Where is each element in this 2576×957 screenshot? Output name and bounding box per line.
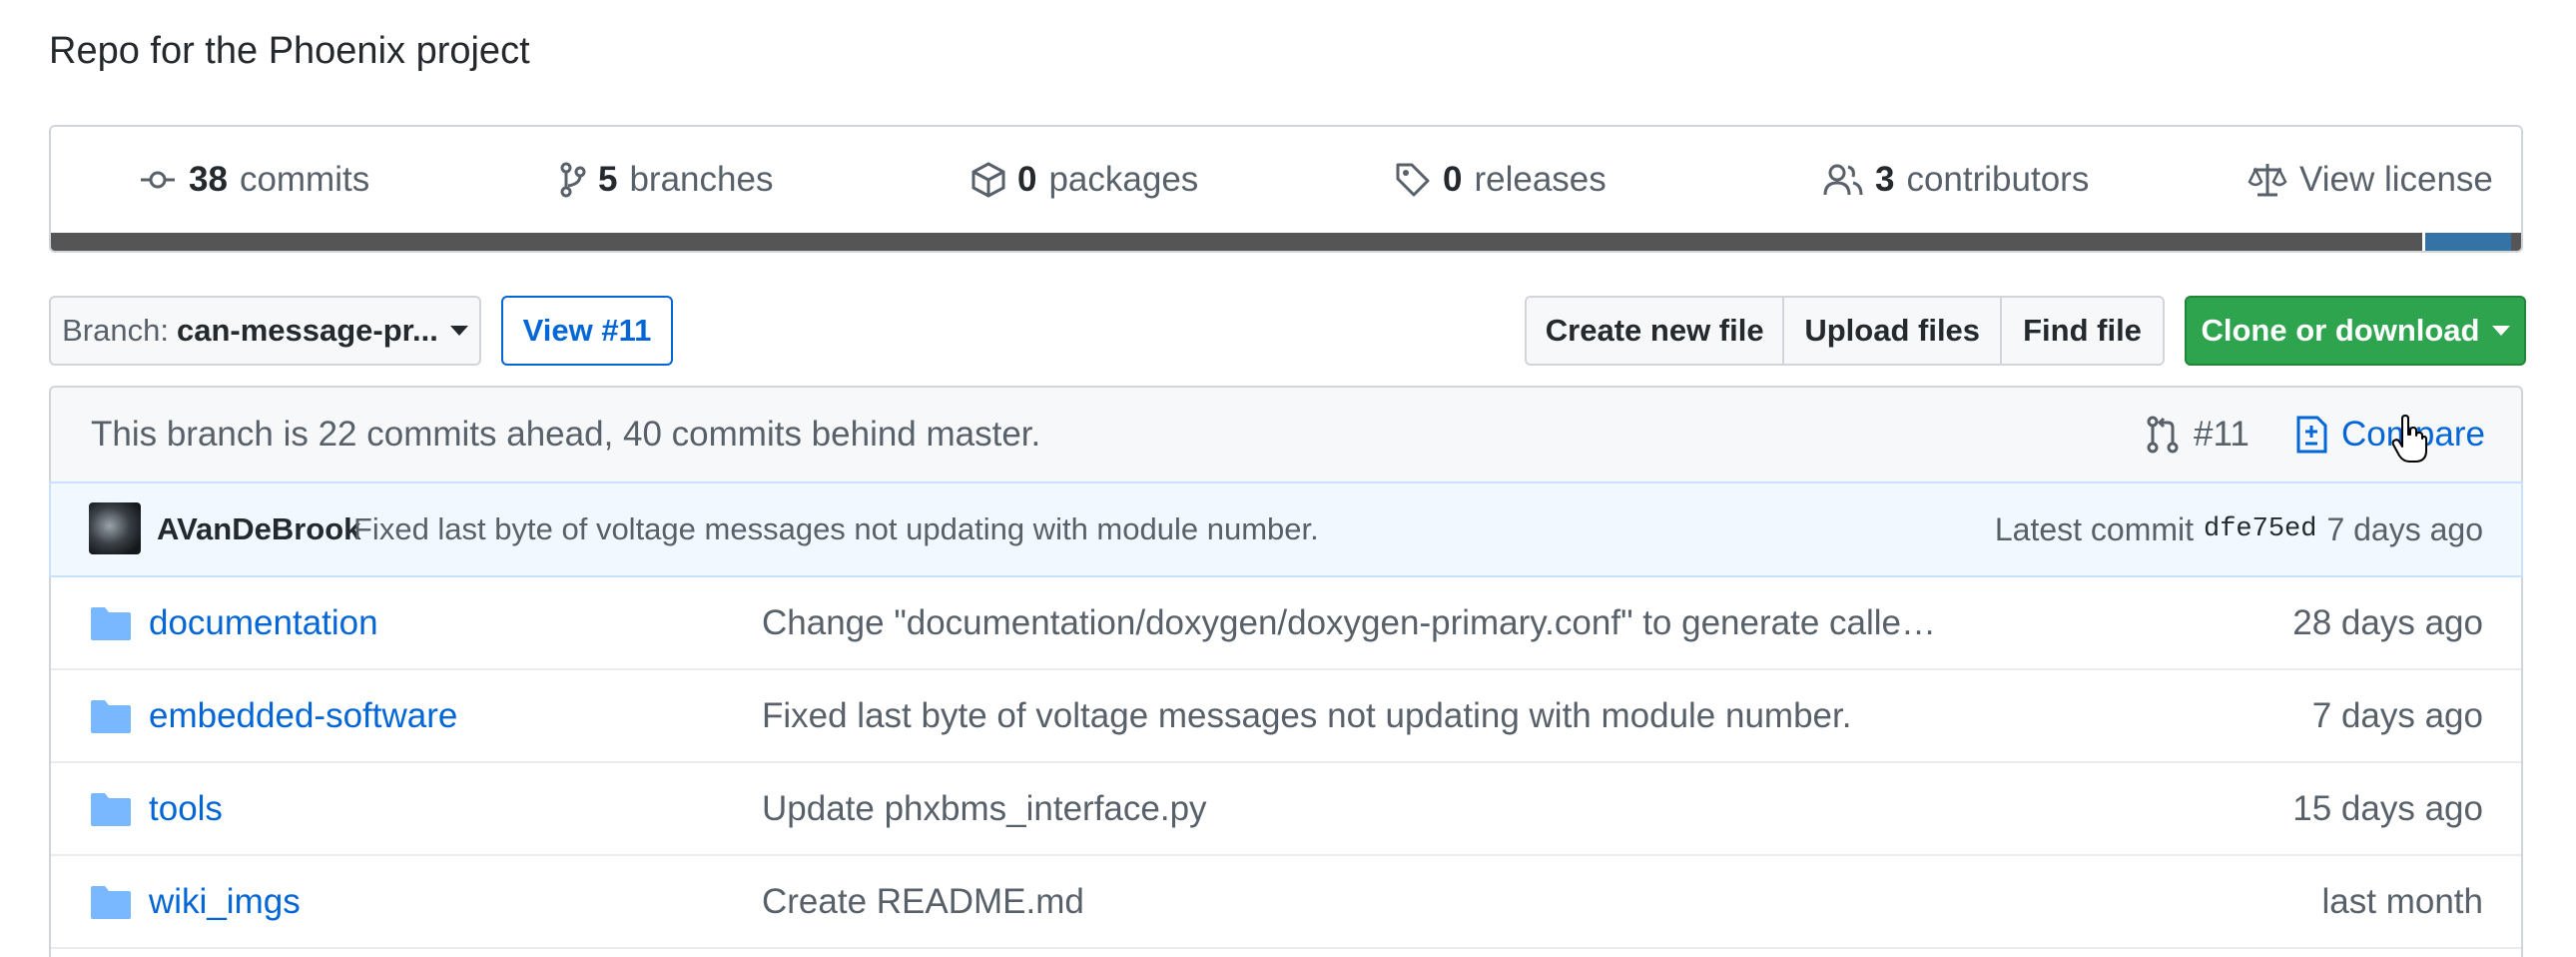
releases-label: releases bbox=[1474, 159, 1607, 199]
file-age: last month bbox=[2321, 881, 2483, 921]
clone-label: Clone or download bbox=[2201, 313, 2480, 348]
commit-icon bbox=[141, 171, 175, 188]
file-name[interactable]: wiki_imgs bbox=[149, 856, 301, 947]
latest-commit-bar: AVanDeBrook Fixed last byte of voltage m… bbox=[49, 481, 2523, 577]
file-list: documentation Change "documentation/doxy… bbox=[49, 577, 2523, 957]
find-file-button[interactable]: Find file bbox=[2000, 298, 2163, 364]
packages-label: packages bbox=[1048, 159, 1199, 199]
clone-or-download-button[interactable]: Clone or download bbox=[2185, 296, 2526, 366]
file-commit-message[interactable]: Change "documentation/doxygen/doxygen-pr… bbox=[762, 577, 1936, 668]
compare-link[interactable]: Compare bbox=[2295, 388, 2485, 481]
branches-link[interactable]: 5 branches bbox=[560, 127, 773, 232]
license-link[interactable]: View license bbox=[2248, 127, 2493, 232]
file-commit-message[interactable]: Create README.md bbox=[762, 856, 1084, 947]
packages-link[interactable]: 0 packages bbox=[971, 127, 1198, 232]
file-row: wiki_imgs Create README.md last month bbox=[51, 856, 2521, 949]
branches-count: 5 bbox=[598, 159, 618, 199]
file-row: tools Update phxbms_interface.py 15 days… bbox=[51, 763, 2521, 856]
branch-prefix: Branch: bbox=[62, 313, 169, 348]
folder-icon bbox=[91, 607, 131, 640]
pull-request-icon bbox=[2147, 416, 2179, 454]
hand-cursor-icon bbox=[2391, 415, 2427, 463]
file-name[interactable]: tools bbox=[149, 763, 223, 854]
language-segment[interactable] bbox=[2422, 233, 2511, 251]
tag-icon bbox=[1396, 163, 1430, 196]
license-label: View license bbox=[2299, 159, 2493, 199]
caret-down-icon bbox=[449, 326, 468, 336]
caret-down-icon bbox=[2491, 326, 2510, 336]
folder-icon bbox=[91, 700, 131, 733]
file-name[interactable]: embedded-software bbox=[149, 670, 457, 761]
people-icon bbox=[1823, 164, 1863, 195]
law-icon bbox=[2248, 163, 2287, 196]
releases-link[interactable]: 0 releases bbox=[1395, 127, 1607, 232]
package-icon bbox=[971, 161, 1005, 198]
commit-age: 7 days ago bbox=[2326, 510, 2483, 547]
file-actions-group: Create new file Upload files Find file bbox=[1525, 296, 2165, 366]
commits-count: 38 bbox=[189, 159, 228, 199]
commits-label: commits bbox=[239, 159, 370, 199]
commit-sha[interactable]: dfe75ed bbox=[2204, 514, 2316, 544]
file-age: 15 days ago bbox=[2292, 788, 2483, 828]
contributors-label: contributors bbox=[1906, 159, 2090, 199]
contributors-count: 3 bbox=[1875, 159, 1895, 199]
language-bar[interactable] bbox=[51, 233, 2521, 251]
branch-info-bar: This branch is 22 commits ahead, 40 comm… bbox=[49, 386, 2523, 481]
file-age: 7 days ago bbox=[2311, 695, 2483, 735]
branch-icon bbox=[560, 162, 586, 197]
pull-request-link[interactable]: #11 bbox=[2146, 388, 2250, 481]
repo-summary: 38 commits 5 branches 0 packages 0 relea… bbox=[49, 125, 2523, 253]
view-pull-request-button[interactable]: View #11 bbox=[501, 296, 673, 366]
file-commit-message[interactable]: Update phxbms_interface.py bbox=[762, 763, 1207, 854]
folder-icon bbox=[91, 793, 131, 826]
commit-meta: Latest commit dfe75ed 7 days ago bbox=[1995, 483, 2483, 575]
create-new-file-button[interactable]: Create new file bbox=[1527, 298, 1783, 364]
file-commit-message[interactable]: Fixed last byte of voltage messages not … bbox=[762, 670, 1851, 761]
branch-name: can-message-pr... bbox=[176, 313, 438, 348]
branch-status-text: This branch is 22 commits ahead, 40 comm… bbox=[91, 415, 1041, 454]
file-name[interactable]: documentation bbox=[149, 577, 378, 668]
branches-label: branches bbox=[629, 159, 774, 199]
repo-description: Repo for the Phoenix project bbox=[49, 30, 530, 72]
packages-count: 0 bbox=[1017, 159, 1037, 199]
releases-count: 0 bbox=[1443, 159, 1463, 199]
upload-files-button[interactable]: Upload files bbox=[1782, 298, 2001, 364]
commit-author[interactable]: AVanDeBrook bbox=[157, 483, 360, 575]
diff-icon bbox=[2296, 416, 2327, 454]
file-row: embedded-software Fixed last byte of vol… bbox=[51, 670, 2521, 763]
file-age: 28 days ago bbox=[2292, 602, 2483, 642]
folder-icon bbox=[91, 886, 131, 919]
latest-commit-prefix: Latest commit bbox=[1994, 510, 2195, 547]
contributors-link[interactable]: 3 contributors bbox=[1823, 127, 2089, 232]
branch-select-button[interactable]: Branch: can-message-pr... bbox=[49, 296, 481, 366]
avatar[interactable] bbox=[89, 502, 141, 554]
commits-link[interactable]: 38 commits bbox=[139, 127, 369, 232]
pull-request-number: #11 bbox=[2194, 415, 2250, 454]
commit-message[interactable]: Fixed last byte of voltage messages not … bbox=[353, 483, 1319, 575]
file-row: documentation Change "documentation/doxy… bbox=[51, 577, 2521, 670]
